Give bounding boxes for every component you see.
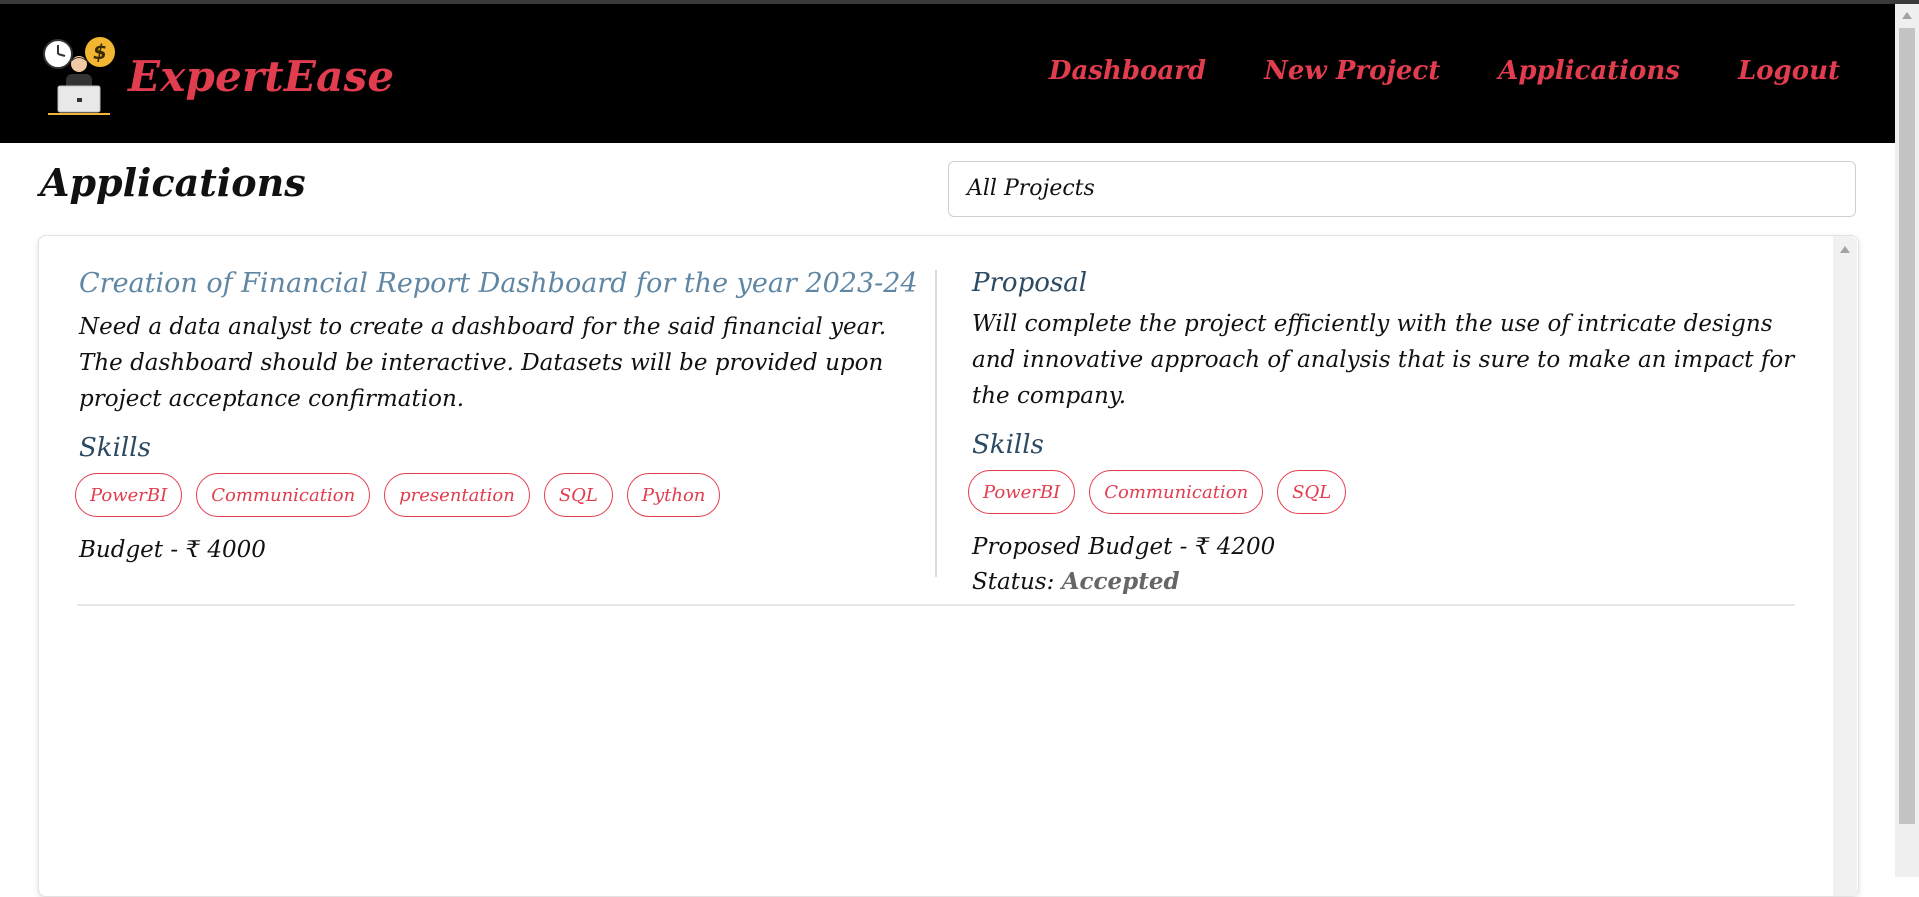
status-badge: Accepted <box>1061 568 1180 595</box>
brand[interactable]: $ ExpertEase <box>38 34 394 118</box>
scroll-up-arrow-icon[interactable] <box>1840 246 1850 253</box>
skill-tag: Communication <box>196 473 371 517</box>
project-skills-label: Skills <box>79 433 151 463</box>
nav-new-project[interactable]: New Project <box>1264 56 1440 86</box>
proposal-skills: PowerBI Communication SQL <box>968 470 1802 514</box>
nav-links: Dashboard New Project Applications Logou… <box>1049 56 1840 86</box>
page-scrollbar[interactable] <box>1895 4 1919 877</box>
skill-tag: Communication <box>1089 470 1264 514</box>
project-details: Creation of Financial Report Dashboard f… <box>75 268 929 563</box>
skill-tag: Python <box>626 473 721 517</box>
navbar: $ ExpertEase Dashboard New Project Appli… <box>0 4 1895 143</box>
proposal-text: Will complete the project efficiently wi… <box>972 311 1795 409</box>
card-scrollbar[interactable] <box>1833 236 1857 896</box>
proposed-budget: Proposed Budget - ₹ 4200 <box>972 534 1276 560</box>
skill-tag: PowerBI <box>75 473 183 517</box>
card-separator <box>77 604 1795 606</box>
project-description: Need a data analyst to create a dashboar… <box>79 314 887 412</box>
project-title: Creation of Financial Report Dashboard f… <box>79 268 918 299</box>
skill-tag: SQL <box>543 473 613 517</box>
project-budget: Budget - ₹ 4000 <box>79 537 266 563</box>
nav-applications[interactable]: Applications <box>1498 56 1680 86</box>
proposal-title: Proposal <box>972 268 1088 298</box>
application-status: Status: Accepted <box>972 568 1802 595</box>
nav-dashboard[interactable]: Dashboard <box>1049 56 1206 86</box>
nav-logout[interactable]: Logout <box>1738 56 1840 86</box>
skill-tag: SQL <box>1277 470 1347 514</box>
page-title: Applications <box>40 160 306 205</box>
column-divider <box>935 270 937 577</box>
application-card: Creation of Financial Report Dashboard f… <box>38 235 1859 897</box>
proposal-skills-label: Skills <box>972 430 1044 460</box>
status-label: Status: <box>972 569 1055 595</box>
svg-text:$: $ <box>93 40 107 64</box>
page-scrollbar-thumb[interactable] <box>1899 28 1915 824</box>
proposal-details: Proposal Will complete the project effic… <box>968 268 1802 595</box>
project-skills: PowerBI Communication presentation SQL P… <box>75 473 929 517</box>
brand-name: ExpertEase <box>128 51 395 101</box>
project-filter-select[interactable]: All Projects <box>948 161 1856 217</box>
skill-tag: PowerBI <box>968 470 1076 514</box>
scroll-up-arrow-icon[interactable] <box>1902 12 1912 19</box>
skill-tag: presentation <box>384 473 530 517</box>
freelancer-desk-logo-icon: $ <box>43 37 115 115</box>
